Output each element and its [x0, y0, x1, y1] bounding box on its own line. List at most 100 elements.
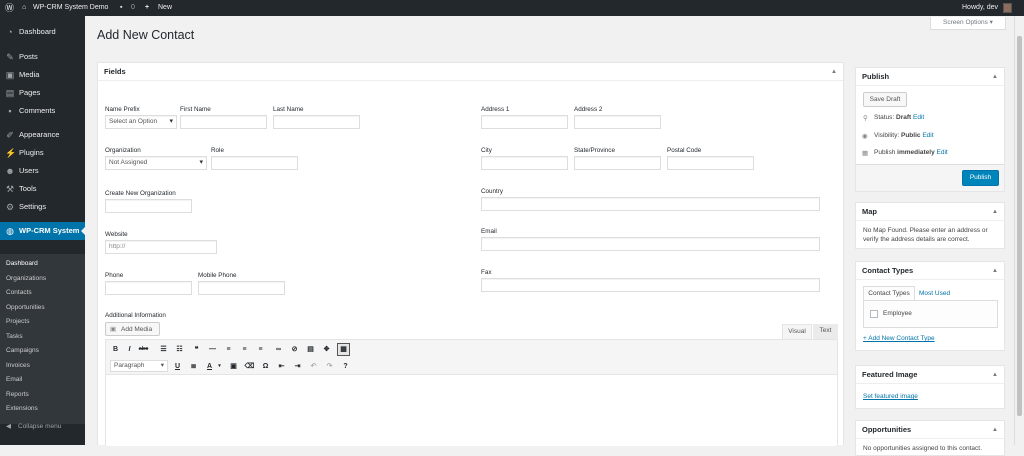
submenu-item-extensions[interactable]: Extensions	[6, 403, 38, 415]
visibility-edit-link[interactable]: Edit	[922, 132, 933, 139]
name-prefix-select[interactable]: Select an Option	[105, 115, 177, 129]
phone-input[interactable]	[105, 281, 192, 295]
paste-text-icon[interactable]: ▣	[228, 361, 239, 372]
website-input[interactable]: http://	[105, 240, 217, 254]
align-right-icon[interactable]: ≡	[255, 344, 266, 355]
avatar[interactable]	[1003, 3, 1012, 13]
toolbar-toggle-icon[interactable]: ▦	[337, 343, 350, 356]
opportunities-box-header[interactable]: Opportunities ▲	[856, 421, 1004, 439]
undo-icon[interactable]: ↶	[308, 361, 319, 372]
paragraph-format-select[interactable]: Paragraph ▾	[110, 360, 168, 372]
publish-box-header[interactable]: Publish ▲	[856, 68, 1004, 86]
clear-formatting-icon[interactable]: ⌫	[244, 361, 255, 372]
site-name-link[interactable]: WP-CRM System Demo	[33, 0, 108, 16]
sidebar-item-wp-crm-system[interactable]: ◍ WP-CRM System	[0, 222, 85, 240]
featured-image-box-header[interactable]: Featured Image ▲	[856, 366, 1004, 384]
address1-input[interactable]	[481, 115, 568, 129]
bold-icon[interactable]: B	[110, 344, 121, 355]
redo-icon[interactable]: ↷	[324, 361, 335, 372]
state-input[interactable]	[574, 156, 661, 170]
tab-most-used[interactable]: Most Used	[919, 287, 950, 300]
comments-count[interactable]: 0	[131, 0, 135, 16]
bullet-list-icon[interactable]: ☰	[158, 344, 169, 355]
strikethrough-icon[interactable]: abc	[138, 344, 149, 355]
submenu-item-contacts[interactable]: Contacts	[6, 287, 32, 299]
plus-icon[interactable]: +	[145, 0, 149, 16]
sidebar-item-pages[interactable]: ▤ Pages	[0, 84, 85, 102]
save-draft-button[interactable]: Save Draft	[863, 92, 907, 107]
read-more-icon[interactable]: ▤	[305, 344, 316, 355]
screen-options-button[interactable]: Screen Options ▾	[930, 17, 1006, 30]
tab-contact-types[interactable]: Contact Types	[863, 286, 915, 301]
last-name-input[interactable]	[273, 115, 360, 129]
sidebar-item-comments[interactable]: ▪ Comments	[0, 102, 85, 120]
status-edit-link[interactable]: Edit	[913, 114, 924, 121]
add-media-button[interactable]: ▣ Add Media	[105, 322, 160, 336]
submenu-item-campaigns[interactable]: Campaigns	[6, 345, 39, 357]
create-org-input[interactable]	[105, 199, 192, 213]
tab-text[interactable]: Text	[813, 324, 838, 339]
collapse-menu[interactable]: ◀ Collapse menu	[0, 420, 85, 434]
submenu-item-invoices[interactable]: Invoices	[6, 360, 30, 372]
collapse-arrow-icon[interactable]: ▲	[992, 68, 998, 86]
home-icon[interactable]: ⌂	[22, 0, 26, 16]
collapse-arrow-icon[interactable]: ▲	[992, 421, 998, 439]
sidebar-item-users[interactable]: ☻ Users	[0, 162, 85, 180]
align-center-icon[interactable]: ≡	[239, 344, 250, 355]
sidebar-item-appearance[interactable]: ✐ Appearance	[0, 126, 85, 144]
set-featured-image-link[interactable]: Set featured image	[863, 393, 918, 400]
align-left-icon[interactable]: ≡	[223, 344, 234, 355]
postal-code-input[interactable]	[667, 156, 754, 170]
scrollbar-thumb[interactable]	[1017, 36, 1022, 416]
italic-icon[interactable]: I	[124, 344, 135, 355]
submenu-item-organizations[interactable]: Organizations	[6, 273, 46, 285]
add-contact-type-link[interactable]: + Add New Contact Type	[863, 335, 935, 342]
publish-button[interactable]: Publish	[962, 170, 999, 186]
help-icon[interactable]: ?	[340, 361, 351, 372]
blockquote-icon[interactable]: ❝	[191, 344, 202, 355]
mobile-phone-input[interactable]	[198, 281, 285, 295]
city-input[interactable]	[481, 156, 568, 170]
sidebar-item-posts[interactable]: ✎ Posts	[0, 48, 85, 66]
new-link[interactable]: New	[158, 0, 172, 16]
sidebar-item-settings[interactable]: ⚙ Settings	[0, 198, 85, 216]
outdent-icon[interactable]: ⇤	[276, 361, 287, 372]
submenu-item-tasks[interactable]: Tasks	[6, 331, 23, 343]
contact-types-box-header[interactable]: Contact Types ▲	[856, 262, 1004, 280]
map-box-header[interactable]: Map ▲	[856, 203, 1004, 221]
link-icon[interactable]: ∞	[273, 344, 284, 355]
submenu-item-email[interactable]: Email	[6, 374, 22, 386]
email-input[interactable]	[481, 237, 820, 251]
page-scrollbar[interactable]	[1014, 16, 1024, 445]
indent-icon[interactable]: ⇥	[292, 361, 303, 372]
sidebar-item-dashboard[interactable]: ◔ Dashboard	[0, 23, 85, 41]
publish-time-edit-link[interactable]: Edit	[937, 149, 948, 156]
fields-box-header[interactable]: Fields ▲	[98, 63, 843, 81]
sidebar-item-tools[interactable]: ⚒ Tools	[0, 180, 85, 198]
employee-checkbox[interactable]	[870, 310, 878, 318]
submenu-item-reports[interactable]: Reports	[6, 389, 29, 401]
role-input[interactable]	[211, 156, 298, 170]
country-input[interactable]	[481, 197, 820, 211]
submenu-item-projects[interactable]: Projects	[6, 316, 29, 328]
submenu-item-dashboard[interactable]: Dashboard	[6, 258, 38, 270]
submenu-item-opportunities[interactable]: Opportunities	[6, 302, 45, 314]
first-name-input[interactable]	[180, 115, 267, 129]
organization-select[interactable]: Not Assigned	[105, 156, 207, 170]
collapse-arrow-icon[interactable]: ▲	[831, 63, 837, 81]
unlink-icon[interactable]: ⊘	[289, 344, 300, 355]
tab-visual[interactable]: Visual	[782, 324, 812, 339]
collapse-arrow-icon[interactable]: ▲	[992, 366, 998, 384]
address2-input[interactable]	[574, 115, 661, 129]
collapse-arrow-icon[interactable]: ▲	[992, 262, 998, 280]
collapse-arrow-icon[interactable]: ▲	[992, 203, 998, 221]
numbered-list-icon[interactable]: ☷	[174, 344, 185, 355]
howdy-link[interactable]: Howdy, dev	[962, 0, 998, 16]
text-color-dropdown-icon[interactable]: ▾	[214, 361, 225, 372]
wordpress-logo-icon[interactable]: Ⓦ	[5, 0, 14, 16]
sidebar-item-media[interactable]: ▣ Media	[0, 66, 85, 84]
special-character-icon[interactable]: Ω	[260, 361, 271, 372]
underline-icon[interactable]: U	[172, 361, 183, 372]
sidebar-item-plugins[interactable]: ⚡ Plugins	[0, 144, 85, 162]
fax-input[interactable]	[481, 278, 820, 292]
